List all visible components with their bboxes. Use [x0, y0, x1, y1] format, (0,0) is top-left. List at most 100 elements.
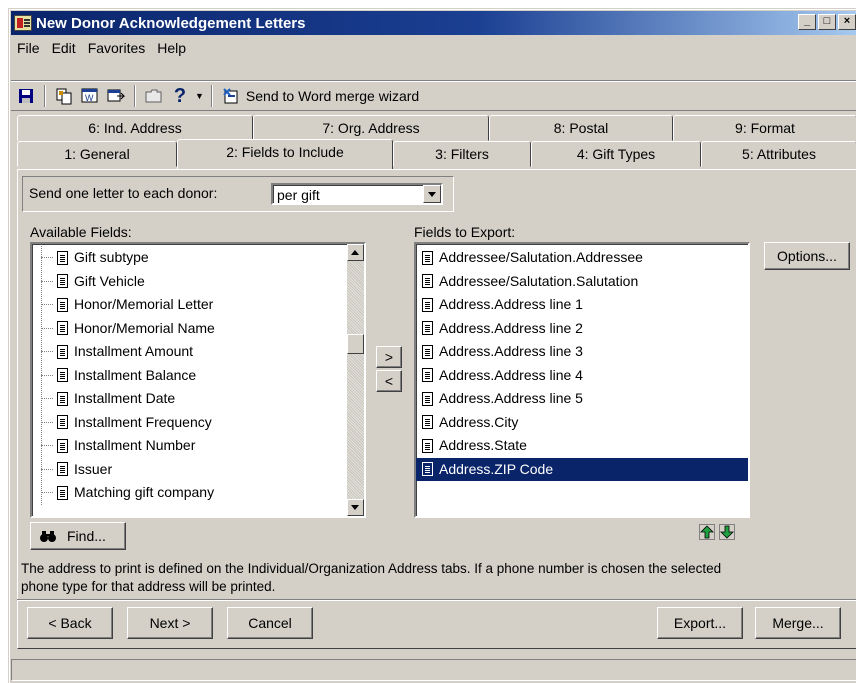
help-dropdown-icon[interactable]: ▼: [195, 91, 204, 101]
scroll-down-icon[interactable]: [347, 499, 364, 516]
next-button[interactable]: Next >: [127, 607, 213, 639]
available-field-item[interactable]: Installment Number: [32, 434, 346, 458]
export-field-item[interactable]: Address.Address line 2: [416, 317, 748, 341]
available-field-item[interactable]: Installment Amount: [32, 340, 346, 364]
export-field-item[interactable]: Address.Address line 1: [416, 293, 748, 317]
tree-branch: [41, 445, 53, 447]
available-fields-list[interactable]: Gift subtype Gift Vehicle Honor/Memorial L…: [30, 242, 366, 518]
help-icon[interactable]: ?: [169, 85, 191, 107]
export-field-item[interactable]: Address.State: [416, 434, 748, 458]
export-field-item[interactable]: Address.City: [416, 411, 748, 435]
merge-button[interactable]: Merge...: [755, 607, 841, 639]
tree-branch: [41, 351, 53, 353]
close-button[interactable]: ×: [838, 14, 856, 30]
field-document-icon: [57, 415, 68, 430]
tab-strip: 6: Ind. Address 7: Org. Address 8: Posta…: [17, 115, 856, 169]
copy-icon[interactable]: [53, 85, 75, 107]
toolbar: W ? ▼ Send to Word merge wizard: [11, 81, 856, 111]
menu-file[interactable]: File: [11, 40, 46, 56]
menu-edit[interactable]: Edit: [46, 40, 82, 56]
tab-filters[interactable]: 3: Filters: [393, 141, 531, 167]
available-fields-rows: Gift subtype Gift Vehicle Honor/Memorial L…: [32, 246, 346, 505]
scroll-up-icon[interactable]: [347, 244, 364, 261]
save-icon[interactable]: [15, 85, 37, 107]
chevron-down-icon[interactable]: [423, 185, 441, 203]
field-document-icon: [57, 297, 68, 312]
available-field-item[interactable]: Gift Vehicle: [32, 270, 346, 294]
cancel-button[interactable]: Cancel: [227, 607, 313, 639]
export-field-label: Address.ZIP Code: [439, 460, 554, 477]
export-field-item[interactable]: Addressee/Salutation.Salutation: [416, 270, 748, 294]
available-field-item[interactable]: Issuer: [32, 458, 346, 482]
send-one-dropdown[interactable]: per gift: [271, 183, 443, 205]
maximize-button[interactable]: □: [818, 14, 836, 30]
field-document-icon: [422, 274, 433, 289]
field-document-icon: [422, 438, 433, 453]
options-button-label: Options...: [777, 248, 837, 264]
options-button[interactable]: Options...: [764, 242, 850, 270]
fields-to-export-label: Fields to Export:: [414, 224, 516, 240]
tree-branch: [41, 257, 53, 259]
fields-to-export-list[interactable]: Addressee/Salutation.Addressee Addressee/…: [414, 242, 750, 518]
tab-postal[interactable]: 8: Postal: [489, 115, 673, 141]
field-document-icon: [422, 321, 433, 336]
merge-wizard-icon[interactable]: [220, 85, 242, 107]
export-field-label: Address.Address line 3: [439, 343, 583, 360]
available-field-item[interactable]: Gift subtype: [32, 246, 346, 270]
tab-fields-to-include[interactable]: 2: Fields to Include: [177, 139, 393, 169]
tab-ind-address[interactable]: 6: Ind. Address: [17, 115, 253, 141]
find-button[interactable]: Find...: [30, 522, 126, 550]
tree-branch: [41, 327, 53, 329]
export-field-item[interactable]: Address.Address line 3: [416, 340, 748, 364]
menu-bar: File Edit Favorites Help: [11, 37, 192, 59]
folder-icon[interactable]: [143, 85, 165, 107]
tree-branch: [41, 304, 53, 306]
divider: [17, 599, 856, 601]
available-field-item[interactable]: Installment Frequency: [32, 411, 346, 435]
available-fields-scrollbar[interactable]: [347, 244, 364, 516]
available-field-label: Issuer: [74, 460, 113, 477]
minimize-button[interactable]: _: [798, 14, 816, 30]
available-field-item[interactable]: Honor/Memorial Letter: [32, 293, 346, 317]
available-field-label: Matching gift company: [74, 484, 215, 501]
field-document-icon: [422, 250, 433, 265]
export-field-label: Address.Address line 4: [439, 366, 583, 383]
export-field-item[interactable]: Address.Address line 4: [416, 364, 748, 388]
move-down-icon[interactable]: [716, 522, 738, 542]
binoculars-icon: [40, 531, 56, 542]
back-button-label: < Back: [48, 615, 92, 631]
available-field-item[interactable]: Matching gift company: [32, 481, 346, 505]
tab-format[interactable]: 9: Format: [673, 115, 856, 141]
available-field-label: Installment Frequency: [74, 413, 212, 430]
export-icon[interactable]: [105, 85, 127, 107]
export-button[interactable]: Export...: [657, 607, 743, 639]
available-field-item[interactable]: Installment Balance: [32, 364, 346, 388]
export-field-label: Address.Address line 2: [439, 319, 583, 336]
send-to-word-merge-wizard[interactable]: Send to Word merge wizard: [246, 88, 419, 104]
fields-to-export-rows: Addressee/Salutation.Addressee Addressee/…: [416, 246, 748, 481]
remove-field-button[interactable]: <: [376, 370, 402, 392]
export-field-label: Address.Address line 1: [439, 296, 583, 313]
menu-favorites[interactable]: Favorites: [82, 40, 152, 56]
tab-general[interactable]: 1: General: [17, 141, 177, 167]
send-one-group: Send one letter to each donor: per gift: [22, 176, 454, 212]
export-field-label: Addressee/Salutation.Salutation: [439, 272, 639, 289]
export-field-item[interactable]: Address.ZIP Code: [416, 457, 748, 481]
tab-gift-types[interactable]: 4: Gift Types: [531, 141, 701, 167]
scroll-thumb[interactable]: [347, 334, 364, 354]
tab-org-address[interactable]: 7: Org. Address: [253, 115, 489, 141]
tab-attributes[interactable]: 5: Attributes: [701, 141, 856, 167]
word-document-icon[interactable]: W: [79, 85, 101, 107]
move-up-icon[interactable]: [696, 522, 718, 542]
export-button-label: Export...: [673, 615, 727, 631]
export-field-item[interactable]: Addressee/Salutation.Addressee: [416, 246, 748, 270]
menu-help[interactable]: Help: [151, 40, 192, 56]
available-field-item[interactable]: Honor/Memorial Name: [32, 317, 346, 341]
add-field-button[interactable]: >: [376, 346, 402, 368]
field-document-icon: [422, 415, 433, 430]
back-button[interactable]: < Back: [27, 607, 113, 639]
tree-branch: [41, 492, 53, 494]
available-field-item[interactable]: Installment Date: [32, 387, 346, 411]
export-field-item[interactable]: Address.Address line 5: [416, 387, 748, 411]
toolbar-separator: [44, 85, 46, 107]
